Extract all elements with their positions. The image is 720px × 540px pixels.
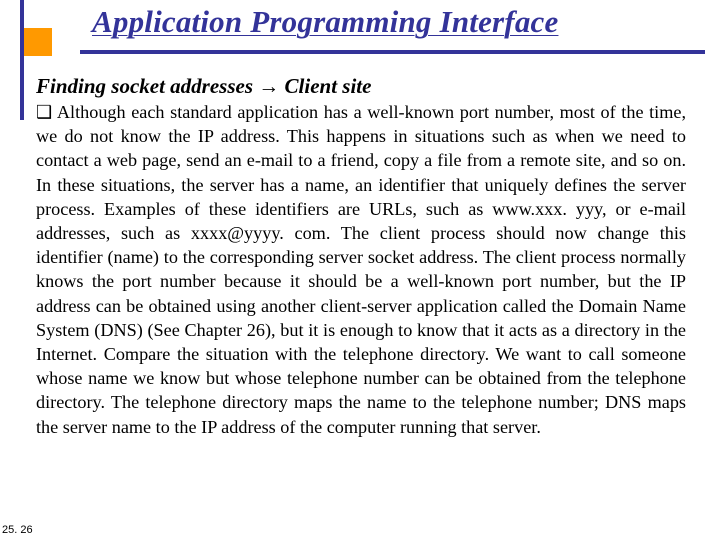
slide-title: Application Programming Interface [92, 4, 558, 40]
arrow-icon: → [258, 75, 279, 98]
horizontal-rule [80, 50, 705, 54]
vertical-rule [20, 0, 24, 120]
bullet-icon: ❑ [36, 102, 52, 122]
body-paragraph: ❑ Although each standard application has… [36, 100, 686, 439]
subtitle-suffix: Client site [279, 74, 371, 98]
paragraph-text: Although each standard application has a… [36, 102, 686, 437]
slide-subtitle: Finding socket addresses → Client site [36, 74, 371, 99]
page-number: 25. 26 [2, 524, 33, 536]
subtitle-prefix: Finding socket addresses [36, 74, 258, 98]
corner-accent [24, 28, 52, 56]
